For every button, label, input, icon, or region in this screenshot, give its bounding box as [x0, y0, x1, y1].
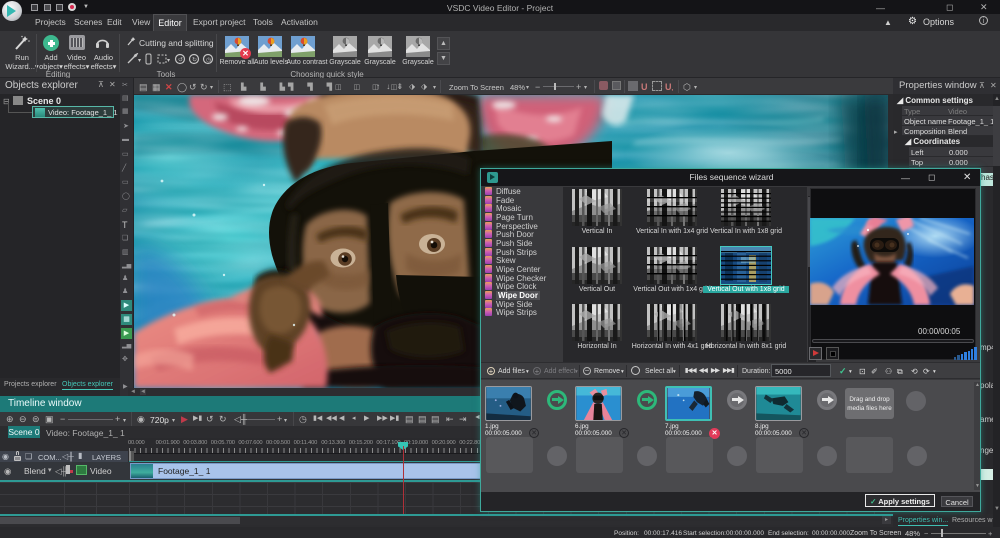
svg-text:▾: ▾ [138, 58, 141, 64]
svg-text:▾: ▾ [167, 58, 170, 64]
svg-text:↻: ↻ [192, 56, 197, 63]
svg-text:◷: ◷ [206, 57, 211, 63]
svg-text:↺: ↺ [178, 56, 183, 63]
